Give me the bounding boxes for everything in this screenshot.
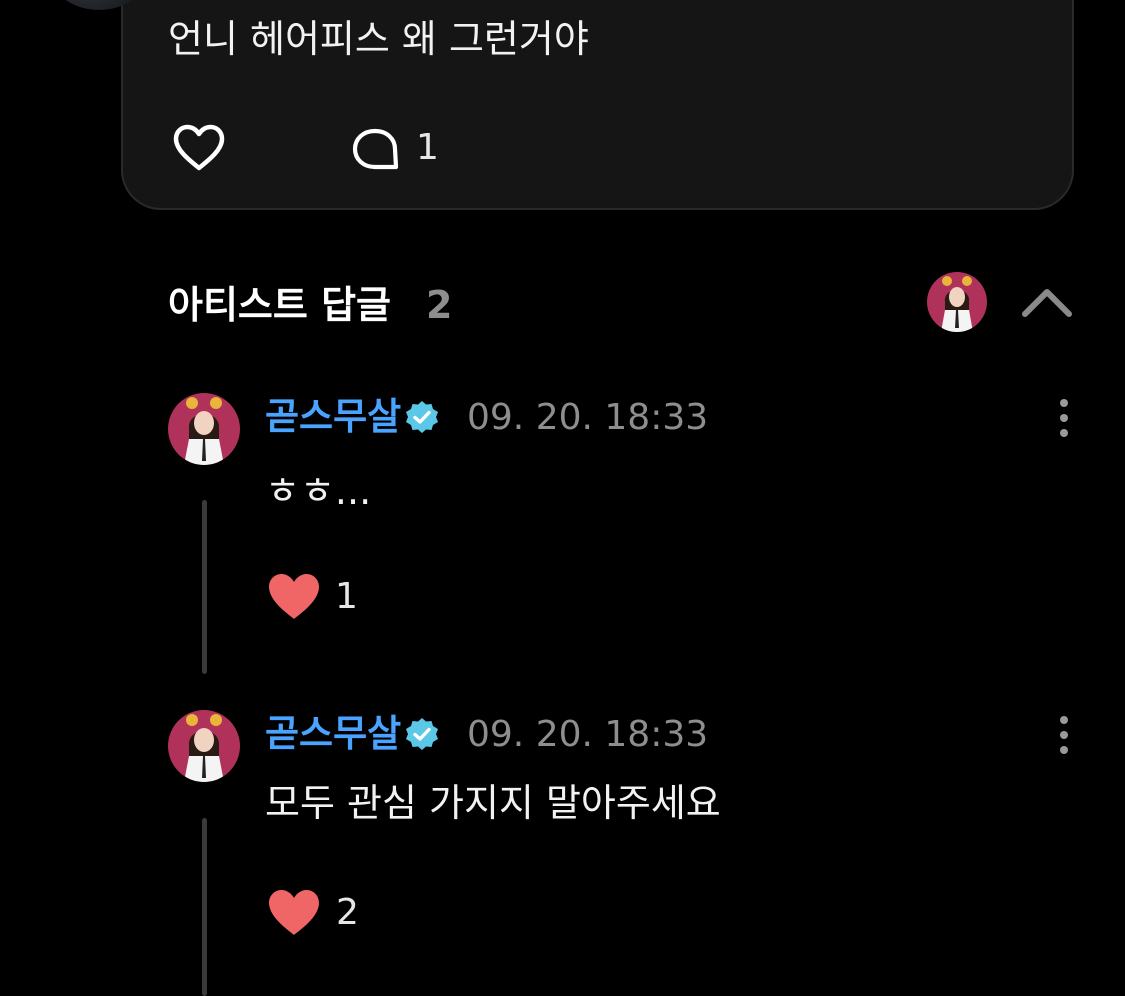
- speech-bubble-icon[interactable]: [351, 127, 401, 173]
- reply-author-avatar[interactable]: [168, 710, 240, 782]
- reply-timestamp: 09. 20. 18:33: [467, 397, 709, 438]
- post-text: 언니 헤어피스 왜 그런거야: [168, 17, 589, 61]
- heart-filled-icon[interactable]: [266, 572, 322, 622]
- reply-author-name[interactable]: 곧스무살: [265, 711, 401, 757]
- like-count: 2: [336, 892, 359, 933]
- comment-count: 1: [416, 127, 439, 168]
- post-author-avatar[interactable]: [51, 0, 147, 10]
- reply-text: ㅎㅎ...: [265, 469, 372, 513]
- verified-badge-icon: [406, 401, 438, 433]
- verified-badge-icon: [406, 718, 438, 750]
- more-vertical-icon[interactable]: [1052, 397, 1076, 439]
- like-count: 1: [335, 576, 358, 617]
- artist-avatar: [927, 272, 987, 332]
- thread-line: [202, 500, 207, 674]
- reply-author-avatar[interactable]: [168, 393, 240, 465]
- artist-replies-title: 아티스트 답글: [168, 283, 391, 327]
- chevron-up-icon[interactable]: [1020, 284, 1074, 320]
- heart-outline-icon[interactable]: [172, 124, 226, 172]
- artist-replies-count: 2: [426, 283, 453, 327]
- heart-filled-icon[interactable]: [266, 888, 322, 938]
- reply-timestamp: 09. 20. 18:33: [467, 714, 709, 755]
- reply-author-name[interactable]: 곧스무살: [265, 394, 401, 440]
- reply-text: 모두 관심 가지지 말아주세요: [265, 781, 721, 825]
- more-vertical-icon[interactable]: [1052, 714, 1076, 756]
- thread-line: [202, 818, 207, 996]
